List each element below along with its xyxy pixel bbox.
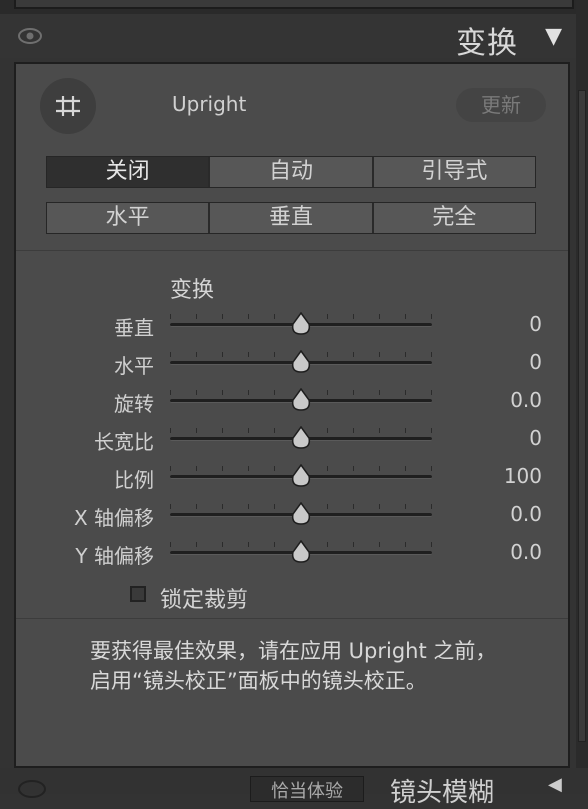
slider-value[interactable]: 100 (504, 464, 542, 488)
upright-mode-row-2: 水平 垂直 完全 (46, 202, 536, 234)
slider-value[interactable]: 0 (529, 426, 542, 450)
slider-value[interactable]: 0.0 (510, 388, 542, 412)
lock-crop-label: 锁定裁剪 (160, 588, 249, 613)
slider-value[interactable]: 0 (529, 350, 542, 374)
slider-value[interactable]: 0.0 (510, 540, 542, 564)
upright-auto-button[interactable]: 自动 (210, 157, 374, 187)
slider-row: Y 轴偏移 0.0 (16, 538, 568, 568)
eye-icon[interactable] (18, 780, 46, 798)
slider-row: 旋转 0.0 (16, 386, 568, 416)
upright-vertical-button[interactable]: 垂直 (210, 203, 374, 233)
slider-thumb[interactable] (290, 540, 312, 564)
slider-thumb[interactable] (290, 502, 312, 526)
slider-label: 比例 (114, 468, 154, 492)
slider-row: 水平 0 (16, 348, 568, 378)
update-button[interactable]: 更新 (456, 88, 546, 122)
upright-off-button[interactable]: 关闭 (47, 157, 211, 187)
eye-icon[interactable] (16, 26, 44, 46)
slider-thumb[interactable] (290, 388, 312, 412)
upright-guided-button[interactable]: 引导式 (373, 157, 535, 187)
slider-thumb[interactable] (290, 312, 312, 336)
upright-full-button[interactable]: 完全 (373, 203, 535, 233)
slider-label: Y 轴偏移 (75, 544, 154, 568)
transform-section-title: 变换 (170, 278, 215, 303)
slider-row: X 轴偏移 0.0 (16, 500, 568, 530)
upright-hint-text: 要获得最佳效果，请在应用 Upright 之前， 启用“镜头校正”面板中的镜头校… (90, 636, 550, 696)
scrollbar[interactable] (576, 0, 588, 794)
slider-label: 垂直 (114, 316, 154, 340)
triangle-down-icon[interactable]: ▼ (545, 24, 562, 49)
upright-mode-row-1: 关闭 自动 引导式 (46, 156, 536, 188)
slider-thumb[interactable] (290, 426, 312, 450)
slider-value[interactable]: 0.0 (510, 502, 542, 526)
next-panel-title: 镜头模糊 (390, 778, 495, 808)
slider-row: 长宽比 0 (16, 424, 568, 454)
divider (16, 250, 568, 251)
scrollbar-thumb[interactable] (578, 90, 586, 742)
previous-panel-edge (0, 0, 588, 14)
next-panel-button[interactable]: 恰当体验 (250, 776, 364, 802)
guided-upright-tool-button[interactable] (40, 78, 96, 134)
divider (16, 618, 568, 619)
slider-thumb[interactable] (290, 464, 312, 488)
upright-level-button[interactable]: 水平 (47, 203, 211, 233)
panel-title: 变换 (456, 26, 518, 61)
checkbox-box[interactable] (130, 586, 146, 602)
slider-thumb[interactable] (290, 350, 312, 374)
slider-label: 旋转 (114, 392, 154, 416)
slider-row: 比例 100 (16, 462, 568, 492)
hint-line-1: 要获得最佳效果，请在应用 Upright 之前， (90, 639, 497, 663)
slider-label: 水平 (114, 354, 154, 378)
crop-grid-icon (56, 96, 80, 116)
hint-line-2: 启用“镜头校正”面板中的镜头校正。 (90, 669, 427, 693)
slider-value[interactable]: 0 (529, 312, 542, 336)
transform-panel-header[interactable]: 变换 ▼ (0, 14, 588, 61)
upright-label: Upright (172, 92, 247, 116)
slider-row: 垂直 0 (16, 310, 568, 340)
triangle-left-icon[interactable]: ◀ (548, 774, 562, 795)
transform-panel: Upright 更新 关闭 自动 引导式 水平 垂直 完全 变换 垂直 0 水平 0 旋… (14, 62, 570, 768)
next-panel-header[interactable]: 恰当体验 镜头模糊 ◀ (0, 768, 588, 808)
slider-label: 长宽比 (94, 430, 154, 454)
slider-label: X 轴偏移 (73, 506, 154, 530)
